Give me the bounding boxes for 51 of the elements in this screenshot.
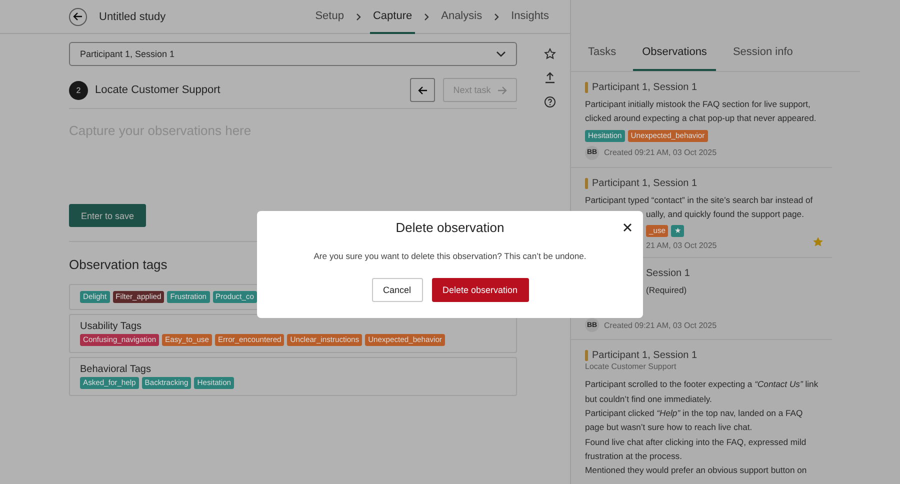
close-icon[interactable] — [623, 223, 632, 232]
chevron-right-icon — [423, 12, 430, 20]
section-title: Observation tags — [69, 257, 168, 272]
step-tab[interactable]: Insights — [508, 0, 552, 34]
panel-tab[interactable]: Tasks — [579, 34, 626, 71]
help-icon[interactable] — [544, 96, 556, 108]
task-number: 2 — [69, 80, 88, 100]
observation-text: Participant initially mistook the FAQ section for live support, clicked around expecting a chat pop-up that never appeared. — [585, 98, 818, 126]
study-title: Untitled study — [99, 10, 167, 22]
accent-bar — [585, 82, 588, 93]
observation-text: Participant clicked “Help” in the top nav, landed on a FAQ page but wasn’t sure how to reach live chat. — [585, 407, 804, 434]
created-time: Created 09:21 AM, 03 Oct 2025 — [604, 148, 717, 158]
observation-text: (Required) — [645, 284, 688, 298]
tag-group-title: Usability Tags — [80, 321, 143, 332]
accent-bar — [585, 178, 588, 189]
back-button[interactable] — [69, 8, 87, 26]
panel-tab[interactable]: Session info — [724, 34, 802, 71]
observation-session: Participant 1, Session 1 — [592, 82, 698, 93]
observation-session: Participant 1, Session 1 — [592, 178, 698, 189]
save-button[interactable]: Enter to save — [69, 204, 146, 227]
task-title: Locate Customer Support — [95, 84, 222, 96]
observation-text: Mentioned they would prefer an obvious support button on — [585, 464, 808, 478]
step-tab[interactable]: Setup — [312, 0, 347, 34]
tag-group-title: Behavioral Tags — [80, 364, 152, 375]
observation-text: Participant typed “contact” in the site’s search bar instead of — [585, 194, 814, 207]
upload-icon[interactable] — [544, 72, 556, 84]
observation-text: Participant scrolled to the footer expecting a “Contact Us” link but couldn’t find one immediately. — [585, 378, 820, 406]
observation-session: Session 1 — [646, 268, 690, 280]
star-icon[interactable] — [812, 236, 824, 248]
arrow-right-icon — [496, 86, 507, 94]
observation-text: Found live chat after clicking into the FAQ, expressed mild frustration at the process. — [585, 436, 808, 463]
cancel-button[interactable]: Cancel — [372, 278, 422, 302]
step-tab[interactable]: Analysis — [438, 0, 486, 34]
arrow-left-icon — [418, 86, 428, 94]
panel-tab[interactable]: Observations — [633, 34, 716, 71]
chevron-right-icon — [354, 12, 362, 20]
delete-button[interactable]: Delete observation — [432, 278, 528, 302]
observation-session: Participant 1, Session 1 — [592, 350, 698, 362]
session-dropdown[interactable]: Participant 1, Session 1 — [69, 42, 517, 66]
created-time: Created 09:21 AM, 03 Oct 2025 — [604, 320, 717, 330]
chevron-down-icon — [496, 51, 506, 57]
created-time: 21 AM, 03 Oct 2025 — [646, 241, 717, 250]
accent-bar — [585, 350, 588, 362]
step-tab[interactable]: Capture — [370, 0, 416, 34]
arrow-left-icon — [73, 12, 83, 21]
chevron-right-icon — [493, 12, 500, 20]
star-icon[interactable] — [544, 48, 556, 60]
dialog-title: Delete observation — [396, 220, 504, 235]
observation-task: Locate Customer Support — [585, 362, 678, 372]
previous-task-button[interactable] — [410, 78, 435, 102]
observation-text: ually, and quickly found the support page. — [645, 208, 805, 221]
